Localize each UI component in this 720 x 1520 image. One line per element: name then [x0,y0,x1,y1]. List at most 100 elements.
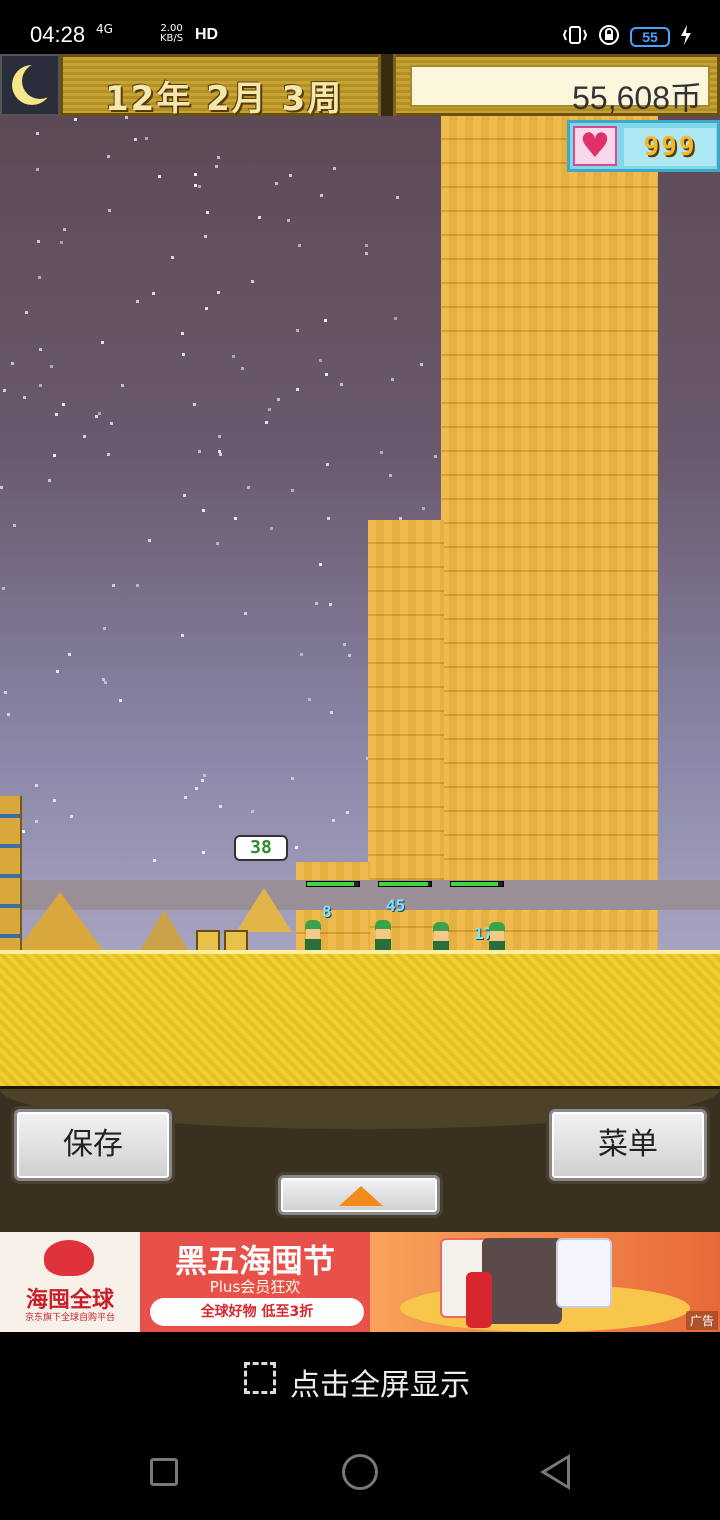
star [218,452,222,456]
star [35,819,39,823]
expand-icon [244,1362,276,1394]
star [133,138,137,142]
status-right: 55 [562,24,692,50]
star [202,773,206,777]
system-nav-bar [0,1426,720,1520]
network-speed: 2.00 KB/S [160,24,183,44]
recent-apps-icon[interactable] [150,1458,178,1486]
star [181,633,185,637]
star [22,829,26,833]
star [203,234,207,238]
star [232,355,236,359]
star [60,241,64,245]
menu-button[interactable]: 菜单 [549,1109,707,1181]
game-date: 12年 2月 3周 [105,79,344,119]
worker-hp-bar [450,881,504,887]
star [347,653,351,657]
worker-character[interactable] [372,920,394,954]
star [333,166,337,170]
star [63,227,67,231]
star [47,479,51,483]
distant-pyramid [140,910,188,950]
star [204,307,208,310]
lock-rotation-icon [598,24,620,50]
star [365,251,369,255]
star [112,583,116,587]
star [326,516,330,520]
star [3,690,7,694]
star [53,453,57,457]
star [202,508,206,512]
star [70,815,74,819]
star [198,184,202,188]
product-car-seat [482,1238,562,1324]
star [103,626,107,630]
battery-icon: 55 [630,27,670,47]
ad-products [370,1232,720,1332]
moon-icon [2,63,58,118]
star [420,362,424,366]
star [422,506,426,510]
control-panel: 保存 菜单 [0,1086,720,1232]
worker-hp-bar [378,881,432,887]
star [195,786,199,790]
brick-pile[interactable] [236,888,292,932]
expand-panel-button[interactable] [278,1175,440,1215]
sand-tower-upper[interactable] [441,116,658,956]
star [257,216,261,220]
star [389,473,392,477]
home-icon[interactable] [342,1454,378,1490]
star [37,275,41,279]
star [217,155,221,159]
star [287,219,291,223]
product-toy [466,1272,492,1328]
money-amount: 55,608币 [572,80,702,116]
ad-cta[interactable]: 全球好物 低至3折 [150,1298,364,1326]
star [152,858,156,862]
star [183,795,187,799]
money-display: 55,608币 [410,65,710,116]
damage-number: 8 [322,902,332,921]
star [54,412,58,416]
star [219,804,223,808]
star [22,396,26,400]
star [240,367,244,371]
ad-logo-subtext: 京东旗下全球自购平台 [24,1313,115,1323]
star [250,810,254,814]
hp-fill [379,882,429,886]
star [198,449,202,453]
game-viewport[interactable]: 38 8 45 17 12年 2月 3周 55,608币 ♥ 999 保存 菜单 [0,54,720,1232]
ad-banner[interactable]: 海囤全球 京东旗下全球自购平台 黑五海囤节 Plus会员狂欢 全球好物 低至3折… [0,1232,720,1332]
star [326,462,330,466]
up-arrow-icon [339,1186,383,1206]
star [295,846,299,850]
hd-indicator: HD [195,26,219,43]
save-button[interactable]: 保存 [14,1109,172,1181]
star [365,244,369,248]
worker-hp-bar [306,881,360,887]
star [107,154,111,158]
star [315,601,319,605]
star [214,164,218,168]
damage-number: 45 [386,896,406,915]
star [268,408,272,412]
back-icon[interactable] [540,1454,570,1490]
star [73,118,77,122]
star [200,778,204,782]
star [250,279,254,283]
hearts-panel[interactable]: ♥ 999 [567,120,720,172]
star [121,384,125,388]
star [394,316,398,320]
temple-building[interactable] [0,796,22,956]
brick-count-bubble[interactable]: 38 [234,835,288,861]
star [55,669,59,673]
hp-fill [307,882,354,886]
supply-crate[interactable] [224,930,248,952]
supply-crate[interactable] [196,930,220,952]
star [340,383,344,387]
fullscreen-prompt[interactable]: 点击全屏显示 [0,1332,720,1426]
star [107,208,111,212]
worker-character[interactable] [302,920,324,954]
star [136,583,140,587]
star [3,389,7,393]
